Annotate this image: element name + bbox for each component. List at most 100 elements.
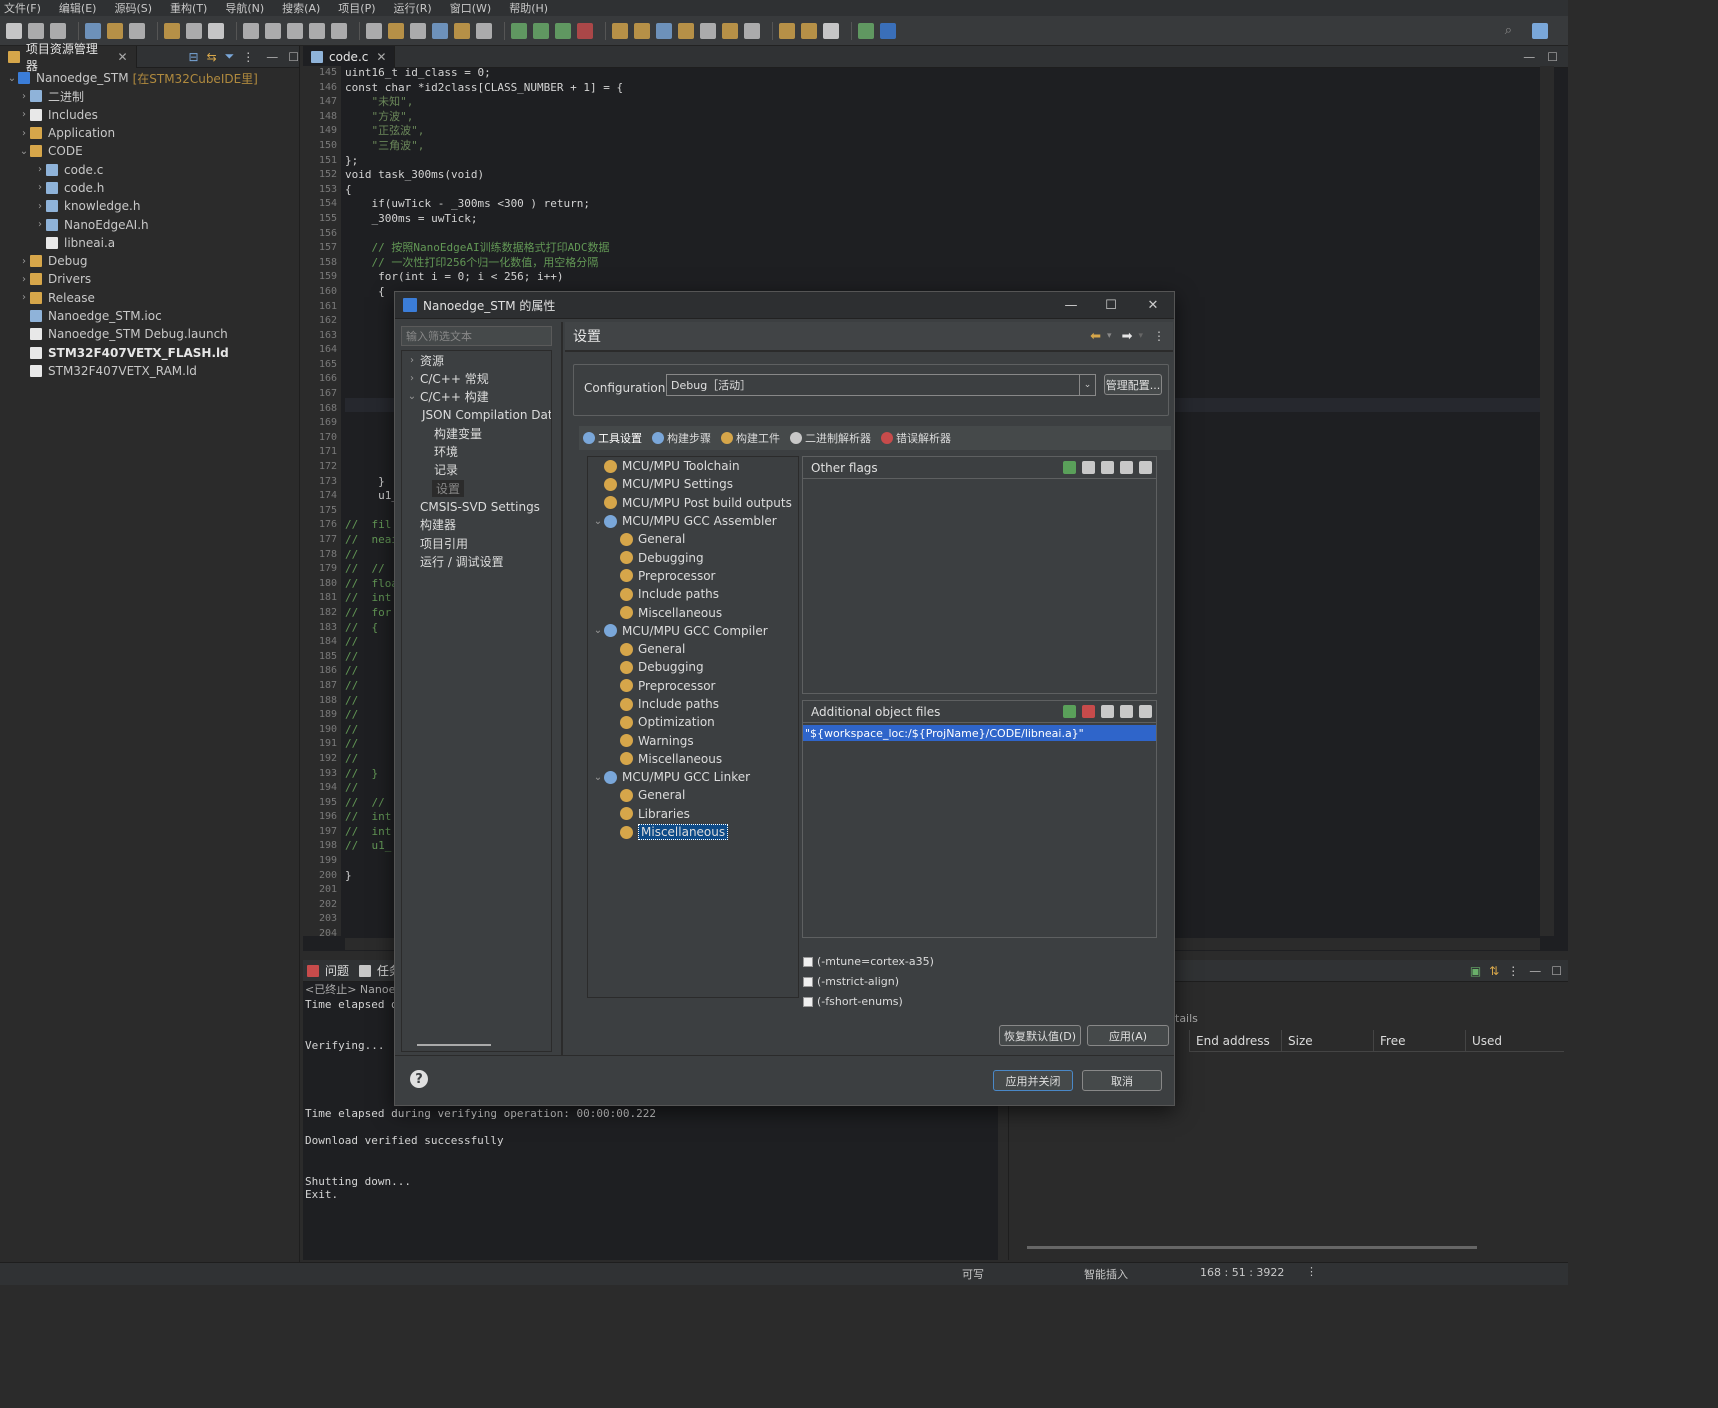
explorer-item[interactable]: › Release [0, 289, 299, 307]
chevron-right-icon[interactable]: › [18, 109, 30, 120]
toolbar-button-icon[interactable] [476, 22, 492, 39]
toolbar-button-icon[interactable] [410, 22, 426, 39]
tool-tree-item[interactable]: ⌄ MCU/MPU GCC Linker [592, 768, 798, 786]
nav-item[interactable]: ⌄ C/C++ 构建 [402, 388, 551, 406]
chevron-right-icon[interactable]: › [18, 128, 30, 139]
explorer-item[interactable]: › Includes [0, 106, 299, 124]
forward-arrow-icon[interactable]: ➡ [1122, 329, 1133, 344]
checkbox-box[interactable] [803, 976, 813, 987]
sync-icon[interactable]: ⇅ [1489, 964, 1499, 978]
tool-tree-item[interactable]: MCU/MPU Post build outputs [592, 494, 798, 512]
chevron-right-icon[interactable]: › [34, 164, 46, 175]
nav-item[interactable]: 记录 [402, 461, 551, 479]
explorer-item[interactable]: › Drivers [0, 270, 299, 288]
toolbar-button-icon[interactable] [164, 22, 180, 39]
tab-code-c[interactable]: code.c ✕ [303, 45, 396, 68]
tool-tree-item[interactable]: Libraries [592, 805, 798, 823]
back-arrow-icon[interactable]: ⬅ [1090, 329, 1101, 344]
nav-item[interactable]: CMSIS-SVD Settings [402, 497, 551, 515]
chevron-down-icon[interactable]: ▾ [1107, 331, 1112, 341]
nav-item[interactable]: JSON Compilation Dat [402, 406, 551, 424]
help-icon[interactable]: ? [410, 1070, 428, 1088]
view-menu-icon[interactable]: ⋮ [1507, 964, 1519, 978]
tab-project-explorer[interactable]: 项目资源管理器 ✕ [0, 42, 137, 73]
toolbar-button-icon[interactable] [533, 22, 549, 39]
subtab[interactable]: 构建工件 [721, 430, 780, 446]
menu-item[interactable]: 编辑(E) [59, 0, 97, 16]
toolbar-button-icon[interactable] [50, 22, 66, 39]
restore-defaults-button[interactable]: 恢复默认值(D) [999, 1025, 1081, 1046]
tool-tree-item[interactable]: MCU/MPU Settings [592, 475, 798, 493]
move-down-icon[interactable] [1139, 705, 1152, 718]
nav-item[interactable]: 项目引用 [402, 534, 551, 552]
explorer-item[interactable]: › knowledge.h [0, 197, 299, 215]
chevron-right-icon[interactable]: › [34, 201, 46, 212]
toolbar-button-icon[interactable] [858, 22, 874, 39]
tool-tree-item[interactable]: General [592, 786, 798, 804]
edit-icon[interactable] [1101, 461, 1114, 474]
search-icon[interactable]: ⌕ [1505, 23, 1512, 38]
tool-tree-item[interactable]: Warnings [592, 731, 798, 749]
menu-item[interactable]: 导航(N) [225, 0, 264, 16]
toolbar-button-icon[interactable] [287, 22, 303, 39]
tool-tree-item[interactable]: Miscellaneous [592, 603, 798, 621]
toolbar-button-icon[interactable] [722, 22, 738, 39]
toolbar-button-icon[interactable] [656, 22, 672, 39]
tool-tree-item[interactable]: General [592, 640, 798, 658]
memory-column-header[interactable]: Size [1281, 1030, 1373, 1051]
tool-tree-item[interactable]: Debugging [592, 548, 798, 566]
tool-tree-item[interactable]: Miscellaneous [592, 823, 798, 841]
subtab[interactable]: 构建步骤 [652, 430, 711, 446]
toolbar-button-icon[interactable] [28, 22, 44, 39]
nav-item[interactable]: 设置 [402, 479, 551, 497]
chevron-down-icon[interactable]: ⌄ [592, 516, 604, 527]
config-select[interactable]: Debug［活动］ ⌄ [666, 374, 1096, 396]
manage-config-button[interactable]: 管理配置... [1104, 374, 1162, 395]
checkbox-box[interactable] [803, 956, 813, 967]
tool-tree-item[interactable]: General [592, 530, 798, 548]
toolbar-button-icon[interactable] [366, 22, 382, 39]
chevron-right-icon[interactable]: › [34, 182, 46, 193]
explorer-item[interactable]: › NanoEdgeAI.h [0, 215, 299, 233]
chevron-right-icon[interactable]: › [18, 91, 30, 102]
maximize-icon[interactable]: ☐ [288, 50, 299, 64]
memory-scrollbar[interactable] [1027, 1246, 1477, 1249]
close-icon[interactable]: ✕ [376, 50, 386, 64]
option-checkbox[interactable]: (-mstrict-align) [803, 975, 899, 988]
memory-column-header[interactable]: Used [1465, 1030, 1557, 1051]
nav-item[interactable]: 环境 [402, 442, 551, 460]
option-checkbox[interactable]: (-fshort-enums) [803, 995, 903, 1008]
toolbar-button-icon[interactable] [700, 22, 716, 39]
menu-item[interactable]: 重构(T) [170, 0, 207, 16]
toolbar-button-icon[interactable] [265, 22, 281, 39]
nav-item[interactable]: › C/C++ 常规 [402, 369, 551, 387]
tool-tree-item[interactable]: ⌄ MCU/MPU GCC Assembler [592, 512, 798, 530]
move-up-icon[interactable] [1120, 461, 1133, 474]
explorer-item[interactable]: › 二进制 [0, 87, 299, 105]
chevron-down-icon[interactable]: ⌄ [592, 772, 604, 783]
apply-and-close-button[interactable]: 应用并关闭 [993, 1070, 1073, 1091]
subtab[interactable]: 错误解析器 [881, 430, 951, 446]
project-root[interactable]: ⌄ Nanoedge_STM [在STM32CubeIDE里] [0, 69, 299, 87]
explorer-item[interactable]: Nanoedge_STM.ioc [0, 307, 299, 325]
menu-item[interactable]: 文件(F) [4, 0, 41, 16]
filter-icon[interactable]: ⏷ [225, 49, 235, 64]
toolbar-button-icon[interactable] [107, 22, 123, 39]
toolbar-button-icon[interactable] [801, 22, 817, 39]
chevron-down-icon[interactable]: ⌄ [592, 625, 604, 636]
toolbar-button-icon[interactable] [511, 22, 527, 39]
chevron-down-icon[interactable]: ⌄ [18, 146, 30, 157]
toolbar-button-icon[interactable] [744, 22, 760, 39]
dialog-splitter[interactable] [561, 322, 563, 1055]
tool-tree-item[interactable]: Miscellaneous [592, 750, 798, 768]
chevron-down-icon[interactable]: ⌄ [406, 391, 418, 402]
minimize-icon[interactable]: — [1523, 50, 1535, 64]
filter-input[interactable]: 输入筛选文本 [401, 326, 552, 346]
close-icon[interactable]: ✕ [1133, 292, 1173, 319]
link-editor-icon[interactable]: ⇆ [207, 50, 217, 64]
memory-column-header[interactable]: End address [1189, 1030, 1281, 1051]
toolbar-button-icon[interactable] [388, 22, 404, 39]
toolbar-button-icon[interactable] [6, 22, 22, 39]
toolbar-button-icon[interactable] [331, 22, 347, 39]
perspective-icon[interactable] [1532, 22, 1548, 39]
